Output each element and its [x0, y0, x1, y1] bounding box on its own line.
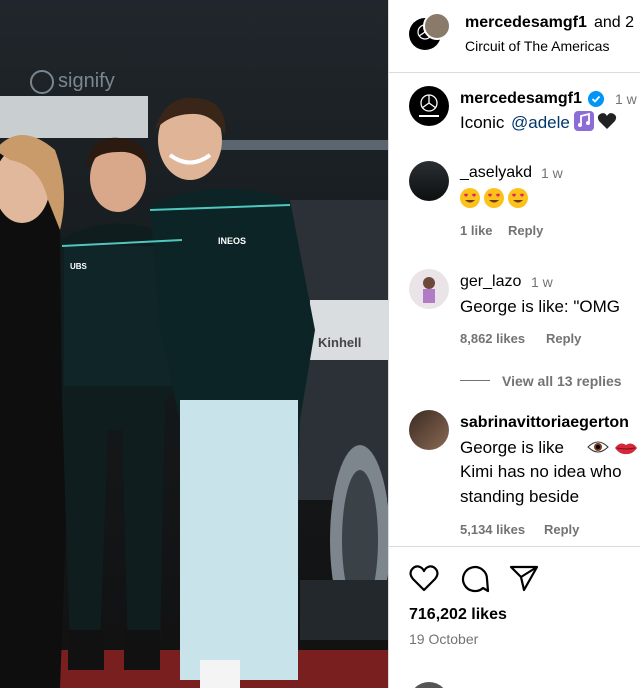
view-replies-button[interactable]: View all 13 replies	[502, 373, 622, 389]
share-icon[interactable]	[509, 564, 539, 597]
music-icon	[573, 110, 595, 137]
verified-icon	[588, 91, 604, 112]
shirt-sponsor-ineos: INEOS	[218, 236, 247, 246]
heart-eyes-emoji	[508, 188, 528, 208]
header-location[interactable]: Circuit of The Americas	[465, 38, 609, 54]
comment-time[interactable]: 1 w	[541, 165, 563, 181]
comment-text-line3: standing beside	[460, 487, 580, 506]
comment-username[interactable]: sabrinavittoriaegerton	[460, 414, 629, 432]
heart-eyes-emoji	[484, 188, 504, 208]
caption-mention[interactable]: @adele	[511, 113, 570, 133]
comment-text-line2: Kimi has no idea who	[460, 462, 622, 481]
actions-divider	[389, 546, 640, 547]
comment-username[interactable]: ger_lazo	[460, 273, 521, 291]
comment-likes[interactable]: 5,134 likes	[460, 522, 525, 537]
comment-likes[interactable]: 1 like	[460, 223, 493, 238]
comment-username[interactable]: _aselyakd	[460, 164, 532, 182]
comment-avatar[interactable]	[409, 410, 449, 450]
comment-reply-button[interactable]: Reply	[546, 331, 581, 346]
comment-icon[interactable]	[460, 564, 490, 599]
comment-reply-button[interactable]: Reply	[544, 522, 579, 537]
comment-avatar[interactable]	[409, 161, 449, 201]
comment-emojis	[460, 188, 532, 208]
mercedes-logo-icon[interactable]	[409, 86, 449, 126]
comment-likes[interactable]: 8,862 likes	[460, 331, 525, 346]
lips-emoji	[614, 440, 638, 461]
next-comment-avatar	[409, 682, 449, 688]
header-username[interactable]: mercedesamgf1	[465, 14, 587, 32]
post-date[interactable]: 19 October	[409, 631, 478, 647]
heart-eyes-emoji	[460, 188, 480, 208]
caption-text: Iconic	[460, 113, 505, 132]
signify-sign: signify	[58, 70, 115, 92]
heart-icon[interactable]	[409, 564, 439, 597]
comment-reply-button[interactable]: Reply	[508, 223, 543, 238]
collab-avatar[interactable]	[423, 12, 451, 40]
black-heart-icon	[597, 112, 617, 135]
car-sponsor-text: Kinhell	[318, 335, 362, 350]
replies-divider	[460, 380, 490, 381]
comment-text-line1: George is like	[460, 438, 564, 457]
shirt-sponsor-ubs: UBS	[70, 262, 87, 271]
caption-time[interactable]: 1 w	[615, 91, 637, 107]
comment-text: George is like: "OMG	[460, 297, 621, 316]
post-photo[interactable]: signify INEOS UBS Kinhell	[0, 0, 388, 688]
comment-time[interactable]: 1 w	[531, 274, 553, 290]
header-collaborators[interactable]: and 2	[594, 14, 634, 32]
comment-avatar[interactable]	[409, 269, 449, 309]
post-header: mercedesamgf1 and 2 Circuit of The Ameri…	[389, 0, 640, 73]
caption-username[interactable]: mercedesamgf1	[460, 90, 582, 108]
post-likes[interactable]: 716,202 likes	[409, 606, 507, 624]
post-side-panel: mercedesamgf1 and 2 Circuit of The Ameri…	[388, 0, 640, 688]
eye-emoji	[587, 437, 609, 462]
